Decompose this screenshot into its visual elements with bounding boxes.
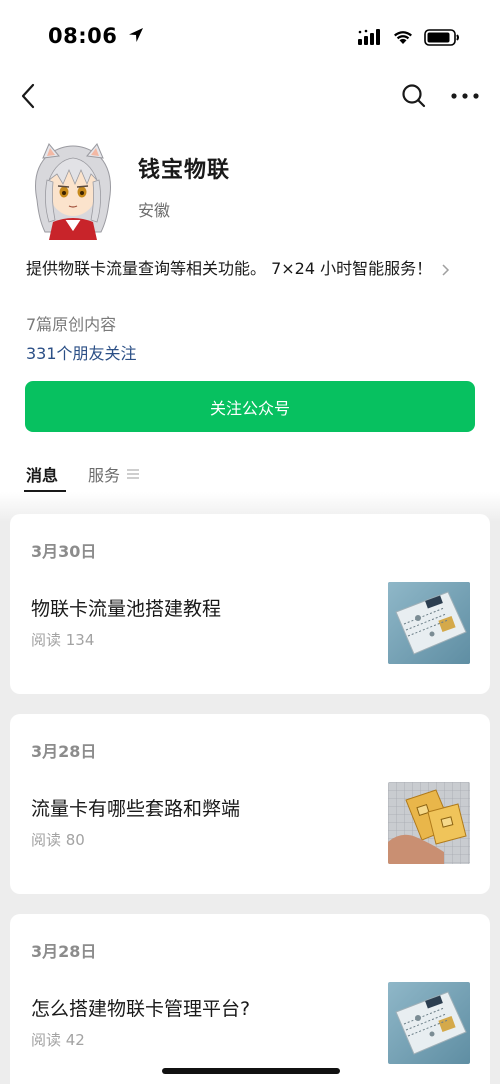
article-card[interactable]: 3月28日 怎么搭建物联卡管理平台? 阅读 42 — [10, 914, 490, 1084]
original-content-count: 7篇原创内容 — [26, 315, 117, 334]
article-card[interactable]: 3月30日 物联卡流量池搭建教程 阅读 134 — [10, 514, 490, 694]
article-read-count: 阅读 134 — [31, 631, 95, 649]
cellular-signal-icon — [358, 29, 380, 45]
article-title[interactable]: 怎么搭建物联卡管理平台? — [31, 994, 371, 1021]
more-dots-icon — [451, 93, 479, 99]
nav-bar — [0, 72, 500, 120]
status-bar: 08:06 — [0, 0, 500, 70]
status-icons — [358, 26, 460, 48]
article-thumbnail[interactable] — [388, 582, 470, 664]
status-time: 08:06 — [48, 24, 145, 48]
account-description-text: 提供物联卡流量查询等相关功能。 7×24 小时智能服务！ — [26, 259, 433, 278]
article-read-count: 阅读 42 — [31, 1031, 85, 1049]
battery-icon — [424, 28, 459, 46]
search-icon — [402, 84, 426, 108]
home-indicator[interactable] — [162, 1068, 340, 1074]
article-date: 3月28日 — [31, 742, 97, 761]
hand-holding-sim-cards-image — [388, 782, 470, 864]
anime-character-avatar-image — [27, 140, 119, 240]
menu-lines-icon — [127, 469, 140, 479]
status-time-text: 08:06 — [48, 24, 118, 48]
follow-account-button[interactable]: 关注公众号 — [25, 381, 475, 432]
tab-service[interactable]: 服务 — [88, 462, 140, 486]
account-region: 安徽 — [138, 201, 171, 220]
back-button[interactable] — [14, 80, 44, 112]
article-date: 3月30日 — [31, 542, 97, 561]
article-card[interactable]: 3月28日 流量卡有哪些套路和弊端 阅读 80 — [10, 714, 490, 894]
iot-sim-card-image — [388, 582, 470, 664]
chevron-right-icon — [442, 263, 450, 276]
location-arrow-icon — [129, 28, 144, 42]
article-read-count: 阅读 80 — [31, 831, 85, 849]
article-title[interactable]: 物联卡流量池搭建教程 — [31, 594, 371, 621]
more-options-button[interactable] — [448, 80, 482, 112]
article-title[interactable]: 流量卡有哪些套路和弊端 — [31, 794, 371, 821]
article-date: 3月28日 — [31, 942, 97, 961]
friends-following-link[interactable]: 331个朋友关注 — [26, 340, 137, 364]
article-thumbnail[interactable] — [388, 782, 470, 864]
search-button[interactable] — [398, 80, 430, 112]
tab-service-label: 服务 — [88, 466, 121, 485]
wifi-icon — [394, 31, 412, 44]
article-thumbnail[interactable] — [388, 982, 470, 1064]
back-chevron-icon — [21, 83, 35, 109]
account-description[interactable]: 提供物联卡流量查询等相关功能。 7×24 小时智能服务！ — [26, 255, 476, 282]
avatar[interactable] — [27, 140, 119, 240]
iot-sim-card-image — [388, 982, 470, 1064]
tab-messages[interactable]: 消息 — [26, 462, 58, 486]
account-name: 钱宝物联 — [138, 158, 231, 183]
